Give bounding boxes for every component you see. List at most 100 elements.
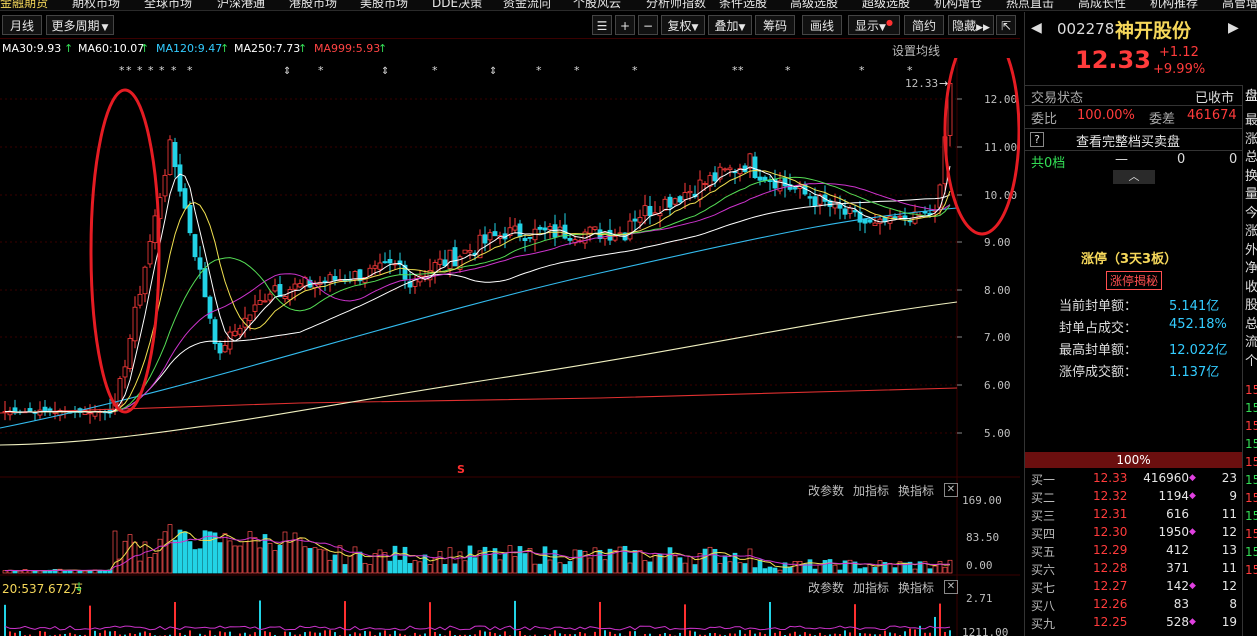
volume-bar: [252, 537, 258, 574]
bid-row[interactable]: 买二 12.32 1194 ◆ 9: [1025, 488, 1242, 506]
month-period-button[interactable]: 月线: [2, 15, 42, 35]
hide-panel-button[interactable]: 隐藏▶▶: [948, 15, 994, 35]
top-menu-item[interactable]: 高管增: [1222, 0, 1257, 10]
volume-bar: [792, 561, 798, 574]
volume-change-params[interactable]: 改参数: [808, 482, 844, 499]
top-menu-item[interactable]: 高成长性: [1078, 0, 1126, 10]
indicator-add-indicator[interactable]: 加指标: [853, 579, 889, 596]
top-menu-item[interactable]: 机构推荐: [1150, 0, 1198, 10]
bid-row[interactable]: 买五 12.29 412 13: [1025, 542, 1242, 560]
bid-price: 12.27: [1093, 579, 1128, 593]
more-period-dropdown[interactable]: 更多周期 ▼: [46, 15, 114, 35]
brief-mode-button[interactable]: 简约: [904, 15, 944, 35]
candle-body: [517, 223, 523, 237]
ma250-value: MA250:7.73: [234, 42, 301, 55]
volume-bar: [187, 541, 193, 574]
bid-row[interactable]: 买六 12.28 371 11: [1025, 560, 1242, 578]
candle-body: [87, 412, 93, 415]
split-marker: ⇕: [283, 66, 291, 77]
overlay-dropdown[interactable]: 叠加▼: [708, 15, 752, 35]
indicator-bar: [629, 631, 631, 636]
zoom-in-button[interactable]: +: [615, 15, 635, 35]
bid-row[interactable]: 买八 12.26 83 8: [1025, 596, 1242, 614]
volume-bar: [822, 560, 828, 574]
top-menu-item[interactable]: 个股风云: [573, 0, 621, 10]
display-dropdown[interactable]: 显示▼●: [848, 15, 900, 35]
volume-bar: [557, 562, 563, 574]
volume-add-indicator[interactable]: 加指标: [853, 482, 889, 499]
indicator-change-params[interactable]: 改参数: [808, 579, 844, 596]
top-menu-item[interactable]: 美股市场: [360, 0, 408, 10]
volume-bar: [647, 561, 653, 574]
candle-body: [567, 238, 573, 241]
top-menu-item[interactable]: 高级选股: [790, 0, 838, 10]
bid-row[interactable]: 买一 12.33 416960 ◆ 23: [1025, 470, 1242, 488]
indicator-close-icon[interactable]: ✕: [944, 580, 958, 594]
limit-up-reveal-button[interactable]: 涨停揭秘: [1106, 271, 1163, 290]
indicator-switch-indicator[interactable]: 换指标: [898, 579, 934, 596]
bid-row[interactable]: 买三 12.31 616 11: [1025, 506, 1242, 524]
up-arrow-icon: ↑: [220, 42, 230, 55]
indicator-bar: [914, 629, 916, 636]
top-menu-item[interactable]: 机构增仓: [934, 0, 982, 10]
top-menu-item[interactable]: 全球市场: [144, 0, 192, 10]
candle-body: [682, 192, 688, 200]
next-stock-icon[interactable]: ▶: [1228, 20, 1239, 36]
indicator-bar: [579, 631, 581, 636]
prev-stock-icon[interactable]: ◀: [1031, 20, 1042, 36]
indicator-bar: [369, 631, 371, 636]
side-tab-value: 15: [1245, 419, 1257, 433]
top-menu-item[interactable]: 分析师指数: [646, 0, 706, 10]
kline-chart[interactable]: 12.0011.0010.009.008.007.006.005.00 12.3…: [0, 58, 1020, 636]
levels-zero-2: 0: [1229, 152, 1238, 167]
top-menu-item[interactable]: 金融期货: [0, 0, 48, 10]
help-icon[interactable]: ?: [1030, 132, 1044, 147]
indicator-bar: [939, 603, 941, 636]
chips-button[interactable]: 筹码: [755, 15, 795, 35]
top-menu-item[interactable]: 港股市场: [289, 0, 337, 10]
bid-row[interactable]: 买九 12.25 528 ◆ 19: [1025, 614, 1242, 632]
menu-icon[interactable]: ☰: [592, 15, 612, 35]
candle-body: [237, 327, 243, 335]
volume-bar: [227, 540, 233, 574]
full-order-book-link[interactable]: 查看完整档买卖盘: [1076, 131, 1180, 150]
expand-icon[interactable]: ⇱: [996, 15, 1016, 35]
top-menu-item[interactable]: 超级选股: [862, 0, 910, 10]
top-menu-item[interactable]: DDE决策: [432, 0, 482, 10]
volume-bar: [122, 540, 128, 574]
side-tab-field: 换: [1245, 168, 1257, 184]
top-menu-item[interactable]: 期权市场: [72, 0, 120, 10]
draw-line-button[interactable]: 画线: [802, 15, 842, 35]
candle-body: [587, 226, 593, 234]
ma-settings-link[interactable]: 设置均线: [892, 42, 940, 59]
top-menu-item[interactable]: 沪深港通: [217, 0, 265, 10]
limit-row-value: 452.18%: [1169, 317, 1227, 332]
volume-bar: [517, 546, 523, 574]
volume-bar: [142, 541, 148, 574]
top-menu-item[interactable]: 条件选股: [719, 0, 767, 10]
side-tab-field: 流: [1245, 335, 1257, 350]
bid-row[interactable]: 买七 12.27 142 ◆ 12: [1025, 578, 1242, 596]
volume-close-icon[interactable]: ✕: [944, 483, 958, 497]
top-menu-item[interactable]: 热点直击: [1006, 0, 1054, 10]
indicator-bar: [684, 604, 686, 636]
top-menu-item[interactable]: 资金流向: [503, 0, 551, 10]
stock-code: 002278: [1057, 20, 1115, 38]
indicator-bar: [229, 631, 231, 636]
limit-row-value: 5.141亿: [1169, 299, 1220, 314]
side-tab-label[interactable]: 盘: [1245, 85, 1257, 104]
candle-body: [132, 306, 138, 342]
volume-bar: [352, 546, 358, 574]
volume-bar: [747, 548, 753, 574]
zoom-out-button[interactable]: −: [638, 15, 658, 35]
indicator-bar: [434, 632, 436, 636]
limit-row-label: 最高封单额：: [1059, 343, 1138, 358]
volume-bar: [937, 561, 943, 574]
restore-rights-dropdown[interactable]: 复权▼: [661, 15, 705, 35]
side-tab-field: 净: [1245, 261, 1257, 276]
star-marker: *: [126, 64, 132, 77]
collapse-up-icon[interactable]: ︿: [1113, 170, 1155, 184]
volume-bar: [652, 553, 658, 574]
bid-row[interactable]: 买四 12.30 1950 ◆ 12: [1025, 524, 1242, 542]
volume-switch-indicator[interactable]: 换指标: [898, 482, 934, 499]
